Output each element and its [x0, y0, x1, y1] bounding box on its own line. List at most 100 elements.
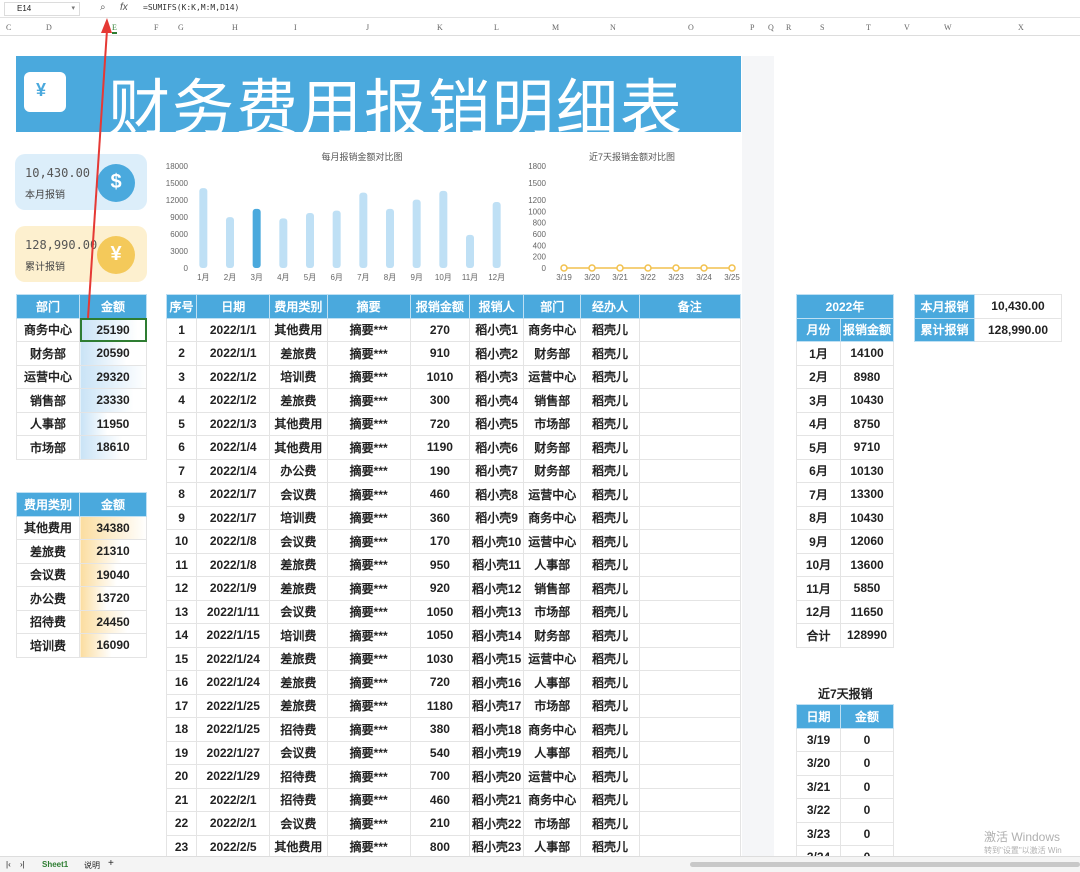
- monthly-chart[interactable]: 每月报销金额对比图 18000 15000 12000 9000 6000 3000 0 1月 2…: [150, 148, 520, 288]
- table-cell[interactable]: [638, 388, 742, 413]
- row-amount[interactable]: 0: [840, 798, 894, 823]
- table-cell[interactable]: 稻小壳3: [469, 364, 525, 389]
- column-letter[interactable]: T: [866, 23, 871, 32]
- column-header[interactable]: 经办人: [580, 294, 640, 319]
- table-cell[interactable]: 2022/1/24: [196, 670, 271, 695]
- row-amount[interactable]: 9710: [840, 435, 894, 460]
- table-cell[interactable]: 920: [409, 576, 471, 601]
- table-cell[interactable]: 300: [409, 388, 471, 413]
- table-cell[interactable]: 培训费: [269, 623, 328, 648]
- table-cell[interactable]: 170: [409, 529, 471, 554]
- table-cell[interactable]: 稻壳儿: [580, 834, 640, 859]
- table-cell[interactable]: 财务部: [523, 623, 582, 648]
- table-cell[interactable]: 摘要***: [326, 623, 411, 648]
- column-letter[interactable]: M: [552, 23, 559, 32]
- table-cell[interactable]: 差旅费: [269, 552, 328, 577]
- table-cell[interactable]: 稻壳儿: [580, 740, 640, 765]
- table-cell[interactable]: 700: [409, 764, 471, 789]
- table-cell[interactable]: 2022/2/1: [196, 787, 271, 812]
- table-cell[interactable]: 销售部: [523, 388, 582, 413]
- table-cell[interactable]: 运营中心: [523, 646, 582, 671]
- table-cell[interactable]: 商务中心: [523, 787, 582, 812]
- table-cell[interactable]: 稻壳儿: [580, 341, 640, 366]
- row-label[interactable]: 招待费: [16, 609, 80, 634]
- table-cell[interactable]: [638, 505, 742, 530]
- table-cell[interactable]: 18: [165, 717, 198, 742]
- table-cell[interactable]: 稻壳儿: [580, 529, 640, 554]
- row-label[interactable]: 合计: [796, 623, 841, 648]
- column-header[interactable]: 备注: [638, 294, 742, 319]
- column-letter[interactable]: L: [494, 23, 499, 32]
- table-cell[interactable]: 稻小壳7: [469, 458, 525, 483]
- table-cell[interactable]: 稻小壳19: [469, 740, 525, 765]
- table-cell[interactable]: 稻壳儿: [580, 364, 640, 389]
- row-label[interactable]: 3/20: [796, 751, 841, 776]
- row-label[interactable]: 3/23: [796, 821, 841, 846]
- table-cell[interactable]: 摘要***: [326, 388, 411, 413]
- table-cell[interactable]: 稻壳儿: [580, 599, 640, 624]
- table-cell[interactable]: 2022/1/24: [196, 646, 271, 671]
- table-cell[interactable]: 财务部: [523, 458, 582, 483]
- row-amount[interactable]: 12060: [840, 529, 894, 554]
- table-cell[interactable]: 23: [165, 834, 198, 859]
- row-amount[interactable]: 0: [840, 821, 894, 846]
- table-cell[interactable]: 差旅费: [269, 576, 328, 601]
- row-label[interactable]: 3/22: [796, 798, 841, 823]
- table-cell[interactable]: 摘要***: [326, 411, 411, 436]
- table-cell[interactable]: 稻小壳5: [469, 411, 525, 436]
- row-label[interactable]: 8月: [796, 505, 841, 530]
- table-cell[interactable]: 市场部: [523, 693, 582, 718]
- table-cell[interactable]: 1050: [409, 623, 471, 648]
- row-amount[interactable]: 25190: [79, 317, 147, 342]
- table-cell[interactable]: 稻壳儿: [580, 693, 640, 718]
- table-cell[interactable]: 稻壳儿: [580, 646, 640, 671]
- row-label[interactable]: 4月: [796, 411, 841, 436]
- table-cell[interactable]: 摘要***: [326, 764, 411, 789]
- table-cell[interactable]: 稻壳儿: [580, 435, 640, 460]
- table-cell[interactable]: 210: [409, 811, 471, 836]
- table-cell[interactable]: 360: [409, 505, 471, 530]
- column-letter[interactable]: D: [46, 23, 52, 32]
- table-cell[interactable]: 摘要***: [326, 811, 411, 836]
- column-letter[interactable]: K: [437, 23, 443, 32]
- table-cell[interactable]: 2022/1/3: [196, 411, 271, 436]
- table-cell[interactable]: 稻小壳2: [469, 341, 525, 366]
- table-cell[interactable]: 人事部: [523, 552, 582, 577]
- row-amount[interactable]: 16090: [79, 633, 147, 658]
- table-cell[interactable]: 稻壳儿: [580, 552, 640, 577]
- table-cell[interactable]: 稻小壳14: [469, 623, 525, 648]
- table-cell[interactable]: [638, 646, 742, 671]
- table-cell[interactable]: 2022/1/9: [196, 576, 271, 601]
- row-label[interactable]: 11月: [796, 576, 841, 601]
- row-amount[interactable]: 24450: [79, 609, 147, 634]
- table-cell[interactable]: 稻壳儿: [580, 811, 640, 836]
- table-cell[interactable]: 摘要***: [326, 670, 411, 695]
- column-letter[interactable]: N: [610, 23, 616, 32]
- row-amount[interactable]: 29320: [79, 364, 147, 389]
- table-cell[interactable]: 稻小壳1: [469, 317, 525, 342]
- table-cell[interactable]: 人事部: [523, 670, 582, 695]
- table-cell[interactable]: 财务部: [523, 435, 582, 460]
- table-cell[interactable]: 3: [165, 364, 198, 389]
- row-amount[interactable]: 11650: [840, 599, 894, 624]
- row-label[interactable]: 商务中心: [16, 317, 80, 342]
- table-cell[interactable]: 财务部: [523, 341, 582, 366]
- table-cell[interactable]: [638, 670, 742, 695]
- table-cell[interactable]: 商务中心: [523, 717, 582, 742]
- row-amount[interactable]: 18610: [79, 435, 147, 460]
- row-amount[interactable]: 0: [840, 774, 894, 799]
- table-cell[interactable]: 380: [409, 717, 471, 742]
- tab-explain[interactable]: 说明: [84, 860, 100, 871]
- table-cell[interactable]: [638, 552, 742, 577]
- table-cell[interactable]: 运营中心: [523, 764, 582, 789]
- row-amount[interactable]: 13720: [79, 586, 147, 611]
- table-cell[interactable]: [638, 599, 742, 624]
- table-cell[interactable]: 1190: [409, 435, 471, 460]
- table-cell[interactable]: 摘要***: [326, 717, 411, 742]
- table-cell[interactable]: 1030: [409, 646, 471, 671]
- table-cell[interactable]: 2022/1/2: [196, 388, 271, 413]
- data-point[interactable]: [588, 264, 596, 272]
- row-amount[interactable]: 13300: [840, 482, 894, 507]
- table-cell[interactable]: 稻小壳6: [469, 435, 525, 460]
- row-label[interactable]: 3/21: [796, 774, 841, 799]
